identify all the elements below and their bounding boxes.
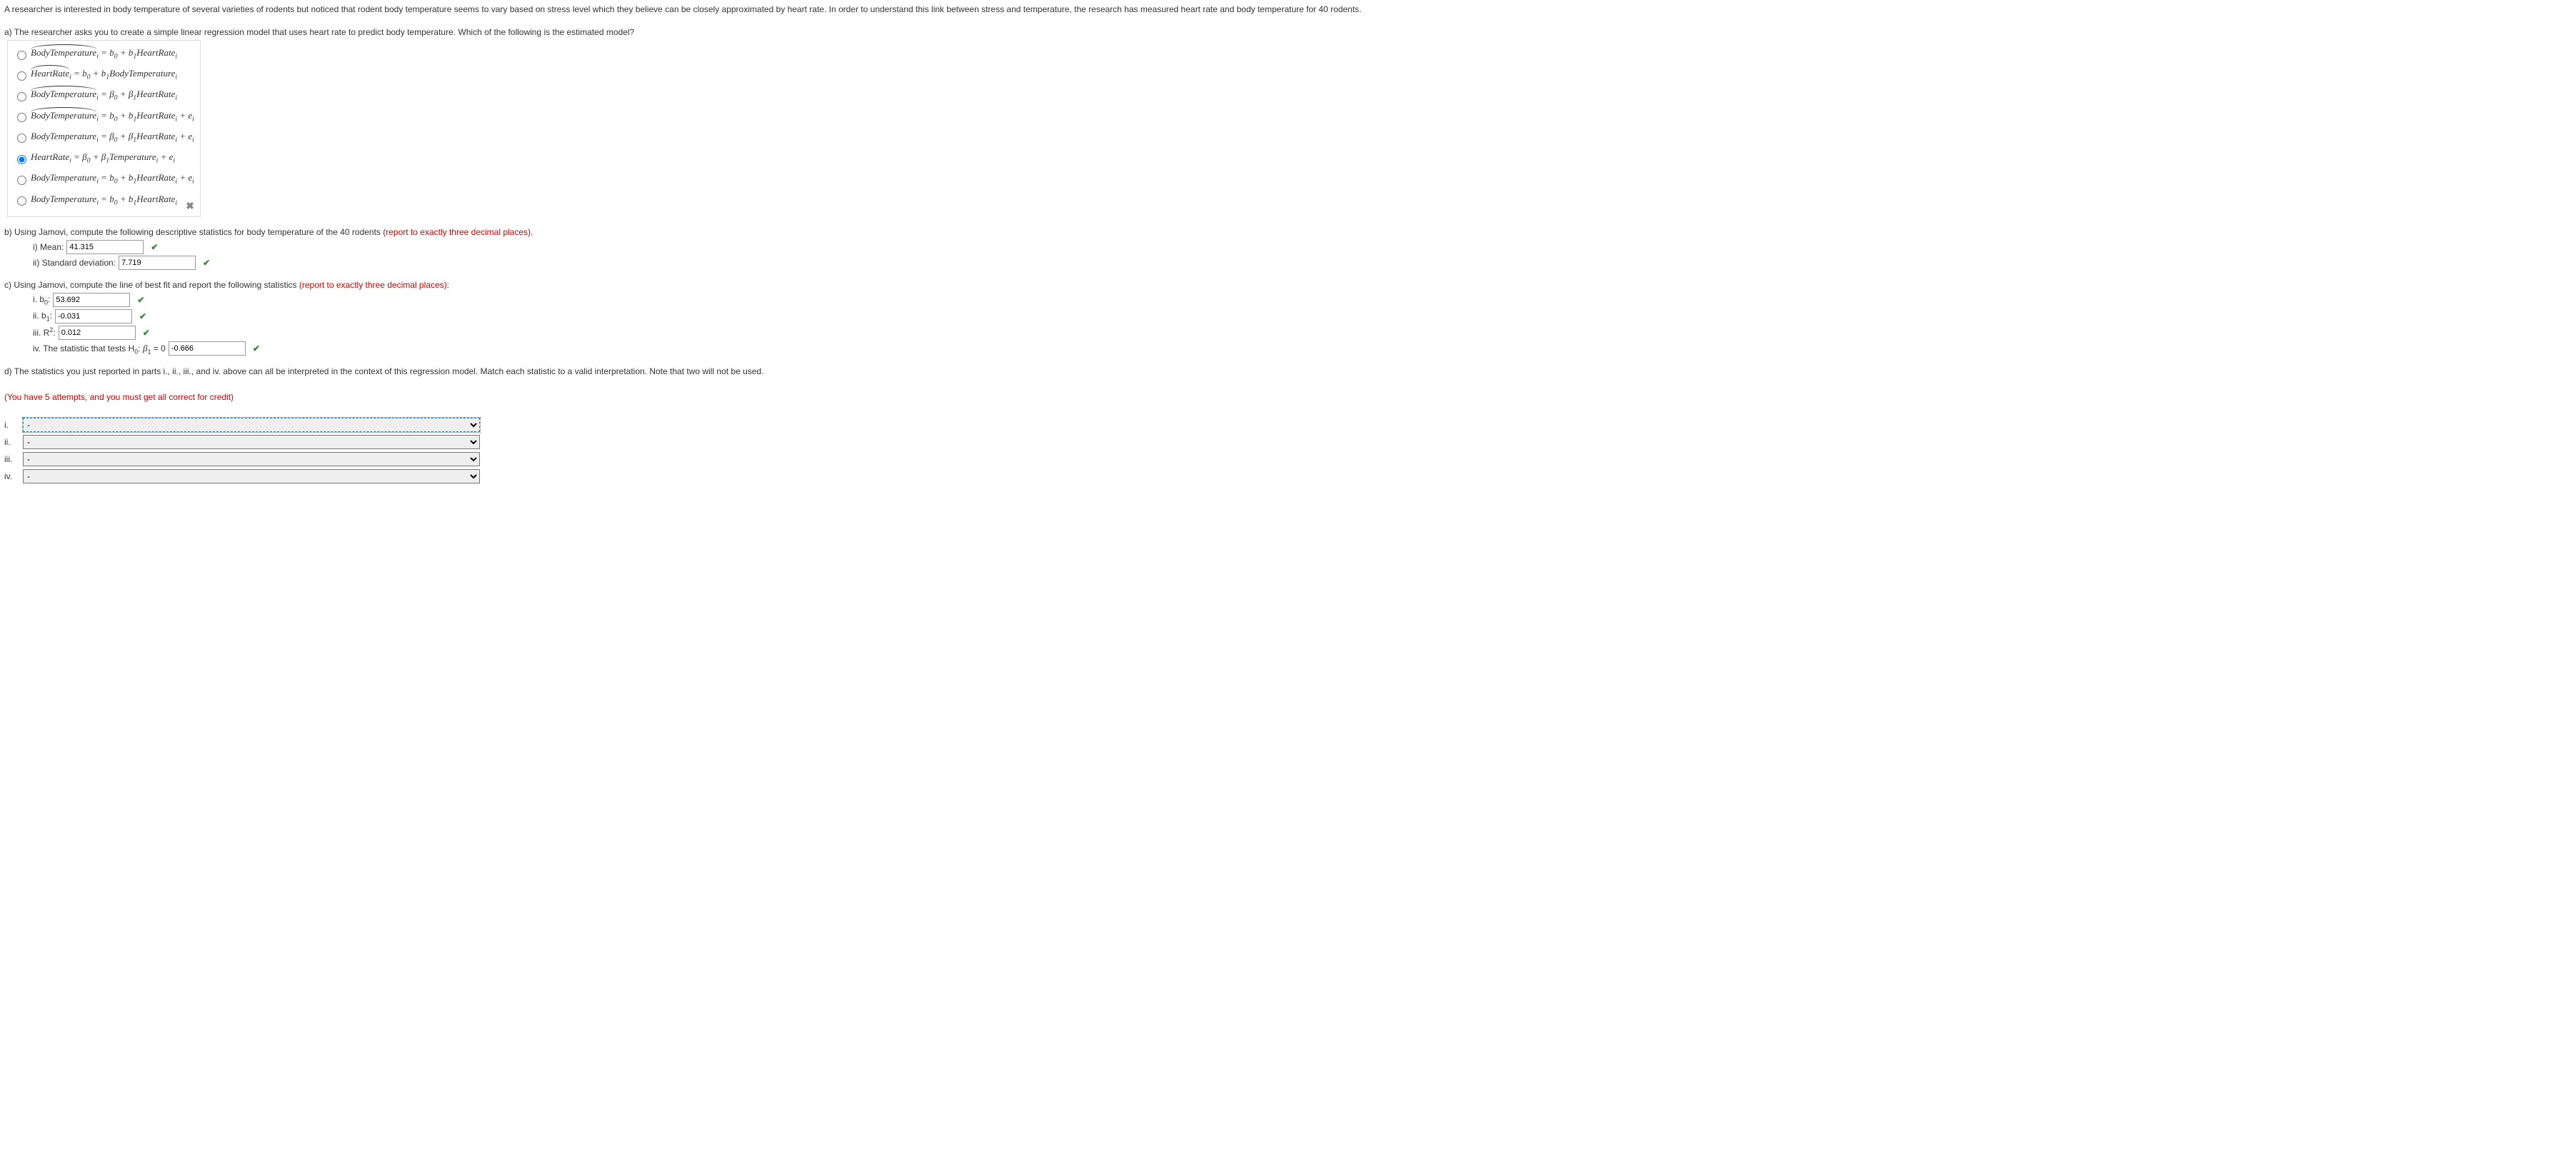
b0-input[interactable] bbox=[53, 293, 130, 307]
r2-input[interactable] bbox=[59, 326, 136, 340]
intro-text: A researcher is interested in body tempe… bbox=[4, 3, 2572, 16]
match-ii-select[interactable]: - bbox=[23, 435, 480, 449]
part-a-options: BodyTemperaturei = b0 + b1HeartRatei Hea… bbox=[7, 40, 201, 217]
part-a-prompt: a) The researcher asks you to create a s… bbox=[4, 26, 2572, 39]
option-1-radio[interactable] bbox=[17, 51, 26, 60]
sd-input[interactable] bbox=[119, 256, 196, 270]
match-i-label: i. bbox=[4, 418, 17, 431]
match-i-select[interactable]: - bbox=[23, 418, 480, 432]
option-2-radio[interactable] bbox=[17, 71, 26, 81]
match-iii-select[interactable]: - bbox=[23, 452, 480, 466]
option-7-radio[interactable] bbox=[17, 176, 26, 185]
part-d-attempts-note: (You have 5 attempts, and you must get a… bbox=[4, 391, 2572, 403]
r2-check-icon: ✔ bbox=[143, 326, 150, 339]
b0-label: i. b0: bbox=[33, 293, 50, 308]
sd-label: ii) Standard deviation: bbox=[33, 256, 116, 269]
option-3-radio[interactable] bbox=[17, 92, 26, 101]
match-iv-select[interactable]: - bbox=[23, 469, 480, 483]
incorrect-icon: ✖ bbox=[186, 199, 194, 214]
option-4-label: BodyTemperaturei = b0 + b1HeartRatei + e… bbox=[31, 109, 194, 125]
b1-label: ii. b1: bbox=[33, 309, 52, 324]
part-b-redtext: (report to exactly three decimal places)… bbox=[383, 227, 533, 237]
match-iv-label: iv. bbox=[4, 470, 17, 483]
tstat-input[interactable] bbox=[169, 341, 246, 356]
option-8-label: BodyTemperaturei = b0 + b1HeartRatei bbox=[31, 192, 177, 209]
part-b-text: b) Using Jamovi, compute the following d… bbox=[4, 227, 383, 237]
part-d-prompt: d) The statistics you just reported in p… bbox=[4, 365, 2572, 378]
option-5-radio[interactable] bbox=[17, 134, 26, 143]
r2-label: iii. R2: bbox=[33, 326, 56, 339]
option-8-radio[interactable] bbox=[17, 196, 26, 206]
b1-input[interactable] bbox=[55, 309, 132, 323]
b0-check-icon: ✔ bbox=[137, 293, 144, 306]
option-7-label: BodyTemperaturei = b0 + b1HeartRatei + e… bbox=[31, 171, 194, 187]
b1-check-icon: ✔ bbox=[139, 310, 146, 323]
option-1-label: BodyTemperaturei = b0 + b1HeartRatei bbox=[31, 46, 177, 62]
match-iii-label: iii. bbox=[4, 453, 17, 466]
tstat-label: iv. The statistic that tests H0: β1 = 0 bbox=[33, 341, 166, 357]
part-c-text: c) Using Jamovi, compute the line of bes… bbox=[4, 280, 299, 290]
part-c-prompt: c) Using Jamovi, compute the line of bes… bbox=[4, 279, 2572, 291]
part-b-prompt: b) Using Jamovi, compute the following d… bbox=[4, 226, 2572, 239]
mean-input[interactable] bbox=[66, 240, 144, 254]
mean-check-icon: ✔ bbox=[151, 241, 158, 254]
match-ii-label: ii. bbox=[4, 436, 17, 448]
sd-check-icon: ✔ bbox=[203, 256, 210, 269]
option-6-label: HeartRatei = β0 + β1Temperaturei + ei bbox=[31, 150, 175, 166]
option-6-radio[interactable] bbox=[17, 155, 26, 164]
option-2-label: HeartRatei = b0 + b1BodyTemperaturei bbox=[31, 66, 177, 83]
part-c-redtext: (report to exactly three decimal places)… bbox=[299, 280, 449, 290]
mean-label: i) Mean: bbox=[33, 241, 64, 254]
option-3-label: BodyTemperaturei = β0 + β1HeartRatei bbox=[31, 87, 177, 104]
option-5-label: BodyTemperaturei = β0 + β1HeartRatei + e… bbox=[31, 129, 194, 146]
tstat-check-icon: ✔ bbox=[253, 342, 260, 355]
option-4-radio[interactable] bbox=[17, 113, 26, 122]
